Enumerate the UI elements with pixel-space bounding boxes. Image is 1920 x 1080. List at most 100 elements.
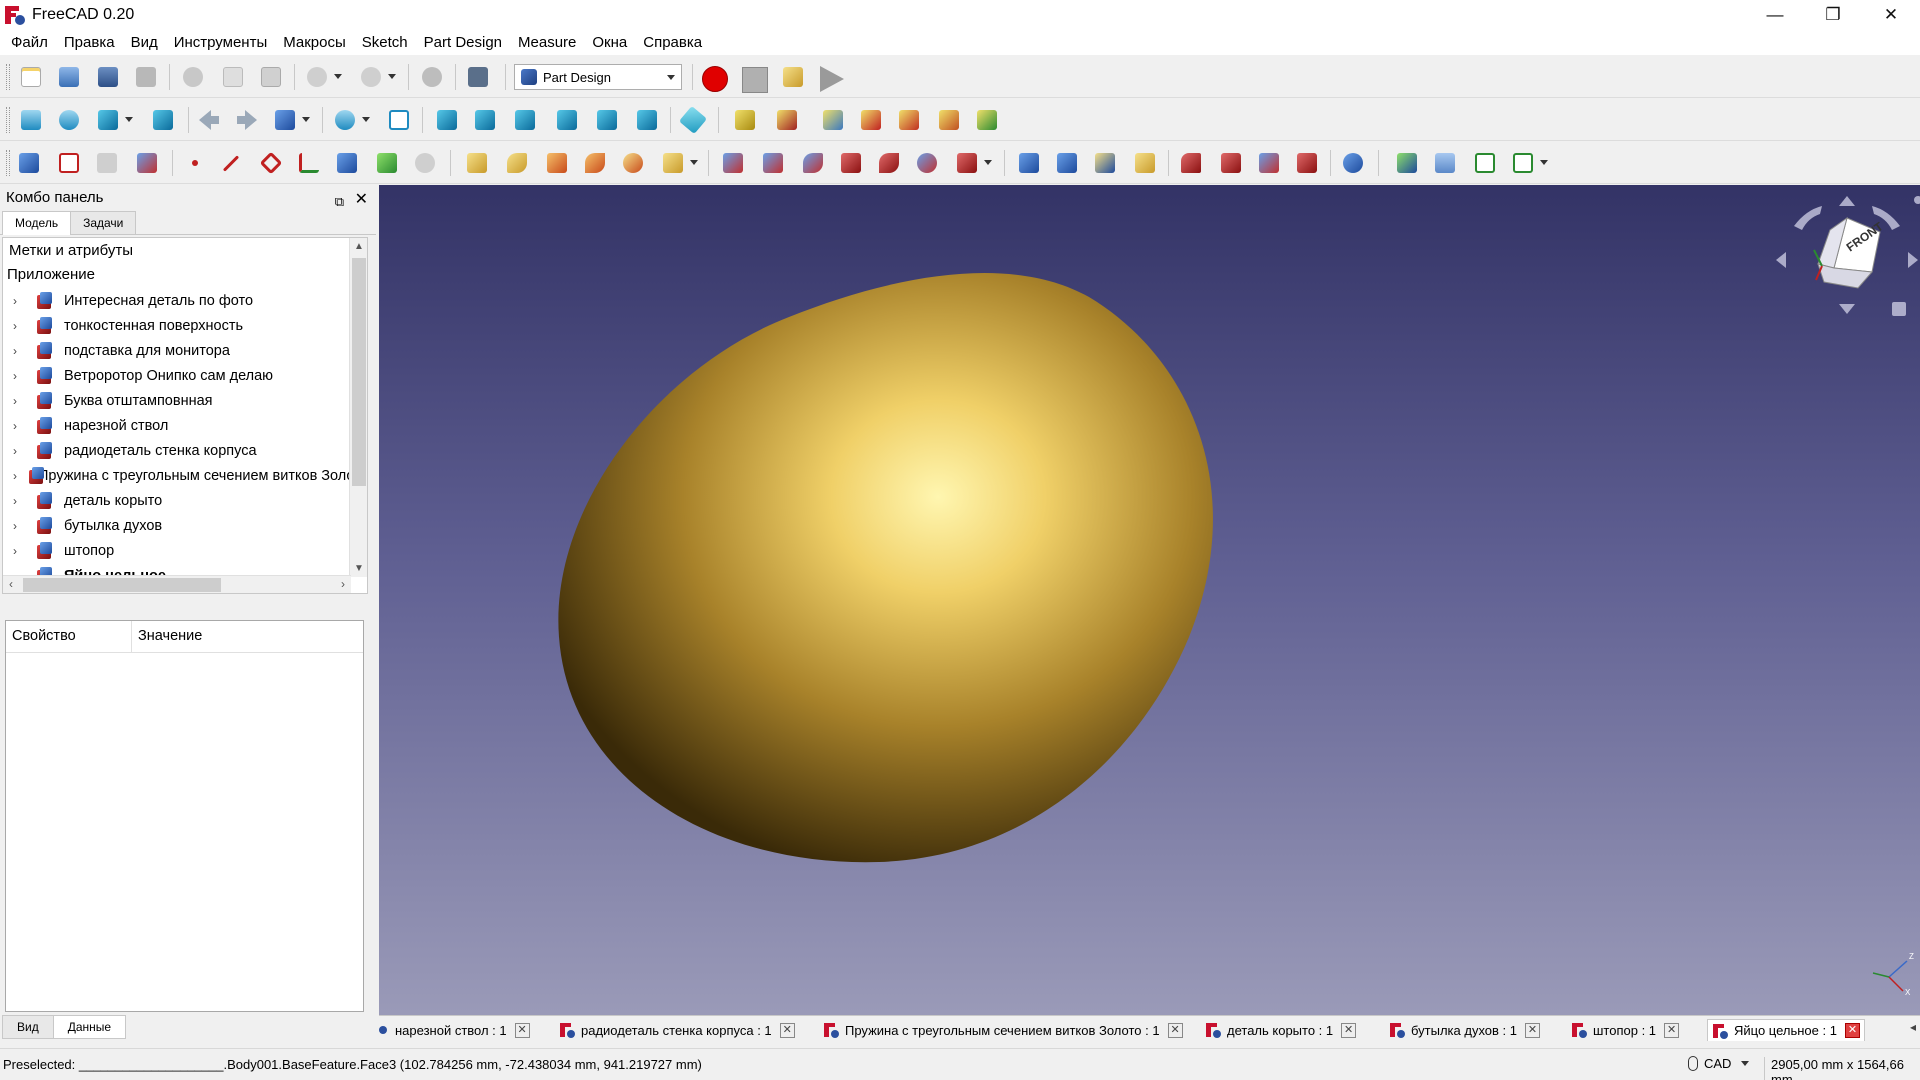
view-rear-button[interactable] <box>552 105 582 135</box>
chevron-right-icon[interactable]: › <box>13 519 25 533</box>
subtractive-primitive-button[interactable] <box>952 148 992 178</box>
whats-this-button[interactable] <box>463 62 493 92</box>
measure-angular-button[interactable] <box>772 105 802 135</box>
groove-button[interactable] <box>798 148 828 178</box>
clone-button[interactable] <box>372 148 402 178</box>
doc-tab[interactable]: радиодеталь стенка корпуса : 1 ✕ <box>559 1019 795 1041</box>
minimize-button[interactable]: — <box>1746 0 1804 30</box>
additive-loft-button[interactable] <box>542 148 572 178</box>
close-icon[interactable]: ✕ <box>514 1022 530 1038</box>
save-button[interactable] <box>93 62 123 92</box>
additive-primitive-button[interactable] <box>658 148 698 178</box>
draw-style-button[interactable] <box>93 105 133 135</box>
linear-pattern-button[interactable] <box>1052 148 1082 178</box>
tree-item[interactable]: › радиодеталь стенка корпуса <box>3 438 367 463</box>
chevron-right-icon[interactable]: › <box>13 419 25 433</box>
export-button[interactable] <box>1470 148 1500 178</box>
polar-pattern-button[interactable] <box>1090 148 1120 178</box>
nav-cube-body[interactable]: FRONT <box>1813 216 1886 289</box>
model-tree[interactable]: Метки и атрибуты Приложение › Интересная … <box>2 237 368 594</box>
doc-tab[interactable]: Пружина с треугольным сечением витков Зо… <box>823 1019 1183 1041</box>
scroll-thumb[interactable] <box>23 578 221 592</box>
save-as-button[interactable] <box>131 62 161 92</box>
3d-view[interactable]: FRONT Z X <box>379 185 1920 1015</box>
datum-line-button[interactable] <box>216 148 246 178</box>
nav-right-arrow[interactable] <box>1908 252 1918 268</box>
tab-data[interactable]: Данные <box>52 1015 127 1039</box>
fillet-button[interactable] <box>1176 148 1206 178</box>
cut-button[interactable] <box>178 62 208 92</box>
edit-macro-button[interactable] <box>778 62 808 92</box>
menu-sketch[interactable]: Sketch <box>354 30 416 55</box>
float-panel-icon[interactable]: ⧉ <box>335 189 344 215</box>
doc-tab-active[interactable]: Яйцо цельное : 1 ✕ <box>1707 1019 1865 1041</box>
pocket-button[interactable] <box>718 148 748 178</box>
chevron-right-icon[interactable]: › <box>13 294 25 308</box>
workbench-selector[interactable]: Part Design <box>514 64 682 90</box>
menu-tools[interactable]: Инструменты <box>166 30 276 55</box>
measure-linear-button[interactable] <box>730 105 760 135</box>
view-right-button[interactable] <box>510 105 540 135</box>
navigation-cube[interactable]: FRONT <box>1772 190 1920 330</box>
view-front-button[interactable] <box>432 105 462 135</box>
chevron-right-icon[interactable]: › <box>13 344 25 358</box>
chevron-right-icon[interactable]: › <box>13 494 25 508</box>
tab-tasks[interactable]: Задачи <box>70 211 137 234</box>
measure-distance-button[interactable] <box>678 105 708 135</box>
hole-button[interactable] <box>758 148 788 178</box>
menu-part-design[interactable]: Part Design <box>416 30 510 55</box>
fit-all-button[interactable] <box>16 105 46 135</box>
toolbar-grip[interactable] <box>6 150 10 176</box>
doc-tab[interactable]: бутылка духов : 1 ✕ <box>1389 1019 1540 1041</box>
redo-button[interactable] <box>356 62 396 92</box>
menu-measure[interactable]: Measure <box>510 30 584 55</box>
menu-edit[interactable]: Правка <box>56 30 123 55</box>
tree-item[interactable]: › тонкостенная поверхность <box>3 313 367 338</box>
undo-button[interactable] <box>302 62 342 92</box>
menu-view[interactable]: Вид <box>123 30 166 55</box>
view-bottom-button[interactable] <box>592 105 622 135</box>
tree-item[interactable]: › штопор <box>3 538 367 563</box>
view-isometric-button[interactable] <box>384 105 414 135</box>
multi-transform-button[interactable] <box>1130 148 1160 178</box>
tree-item[interactable]: › Интересная деталь по фото <box>3 288 367 313</box>
new-document-button[interactable] <box>16 62 46 92</box>
create-body-button[interactable] <box>14 148 44 178</box>
fit-selection-button[interactable] <box>54 105 84 135</box>
subtractive-pipe-button[interactable] <box>874 148 904 178</box>
scroll-down-icon[interactable]: ▼ <box>354 563 364 574</box>
back-button[interactable] <box>194 105 224 135</box>
bounding-box-button[interactable] <box>148 105 178 135</box>
create-sketch-button[interactable] <box>54 148 84 178</box>
scroll-right-icon[interactable]: › <box>341 577 345 591</box>
refresh-button[interactable] <box>417 62 447 92</box>
menu-windows[interactable]: Окна <box>584 30 635 55</box>
datum-plane-button[interactable] <box>256 148 286 178</box>
tree-item[interactable]: › подставка для монитора <box>3 338 367 363</box>
run-macro-button[interactable] <box>820 66 844 92</box>
tree-item[interactable]: › нарезной ствол <box>3 413 367 438</box>
paste-button[interactable] <box>256 62 286 92</box>
chevron-right-icon[interactable]: › <box>13 469 17 483</box>
measure-refresh-button[interactable] <box>818 105 848 135</box>
measure-toggle-all-button[interactable] <box>894 105 924 135</box>
nav-menu-dot[interactable] <box>1914 196 1920 204</box>
property-column-header[interactable]: Свойство <box>6 621 132 652</box>
sprocket-button[interactable] <box>410 148 440 178</box>
draft-button[interactable] <box>1254 148 1284 178</box>
tree-horizontal-scrollbar[interactable]: ‹ › <box>3 575 351 593</box>
share-button[interactable] <box>1508 148 1548 178</box>
navigation-style-selector[interactable]: CAD <box>1688 1056 1750 1071</box>
menu-file[interactable]: Файл <box>3 30 56 55</box>
close-icon[interactable]: ✕ <box>1664 1022 1680 1038</box>
close-icon[interactable]: ✕ <box>1844 1023 1860 1038</box>
nav-rotate-left-arrow[interactable] <box>1794 206 1822 230</box>
stop-macro-button[interactable] <box>742 67 768 93</box>
copy-button[interactable] <box>218 62 248 92</box>
open-button[interactable] <box>54 62 84 92</box>
nav-view-menu-icon[interactable] <box>1892 302 1906 316</box>
sub-shape-binder-button[interactable] <box>332 148 362 178</box>
view-left-button[interactable] <box>632 105 662 135</box>
doc-tab[interactable]: нарезной ствол : 1 ✕ <box>379 1019 530 1041</box>
additive-helix-button[interactable] <box>618 148 648 178</box>
